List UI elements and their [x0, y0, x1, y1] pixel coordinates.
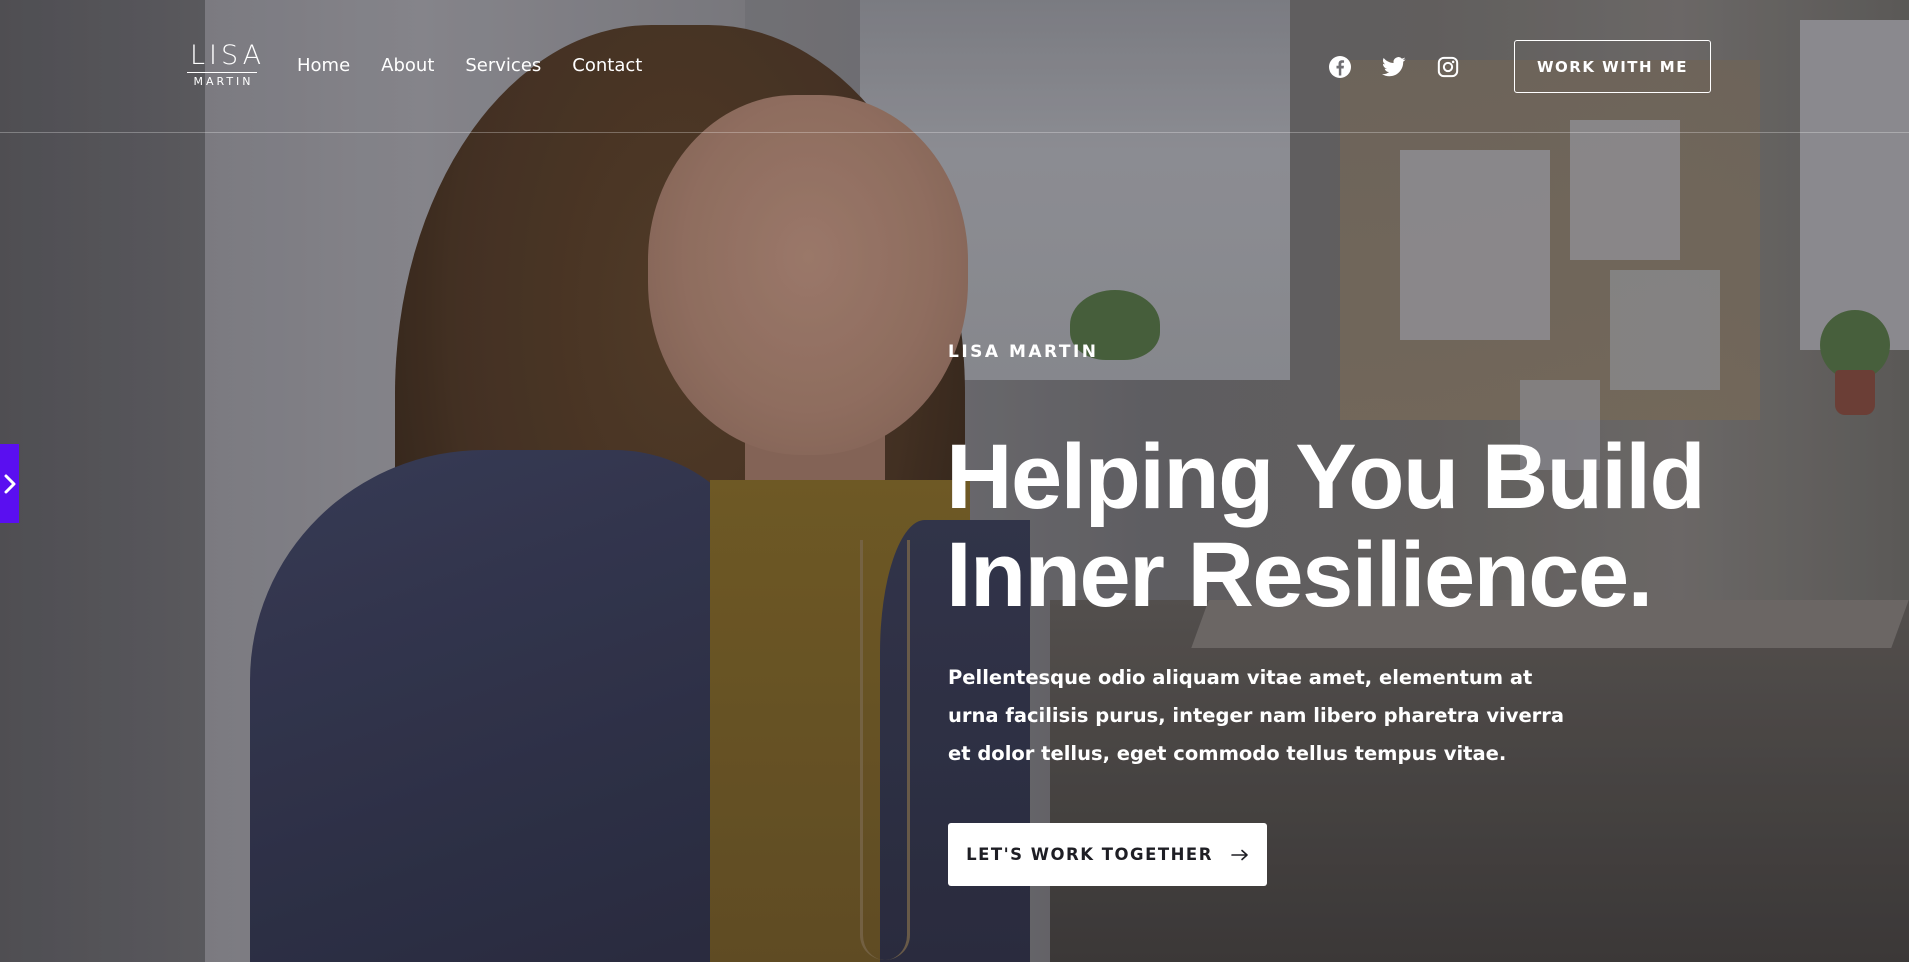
- facebook-icon[interactable]: [1327, 54, 1353, 80]
- hero-eyebrow: LISA MARTIN: [948, 342, 1099, 362]
- main-nav: Home About Services Contact: [297, 54, 642, 78]
- hero-section: LISA MARTIN Home About Services Contact: [0, 0, 1909, 962]
- nav-link-contact[interactable]: Contact: [572, 54, 642, 78]
- side-panel-toggle[interactable]: [0, 444, 19, 523]
- hero-description: Pellentesque odio aliquam vitae amet, el…: [948, 666, 1565, 765]
- hero-headline: Helping You Build Inner Resilience.: [946, 428, 1766, 624]
- arrow-right-icon: [1231, 849, 1249, 861]
- lets-work-together-button[interactable]: LET'S WORK TOGETHER: [948, 823, 1267, 886]
- hero-headline-line: Helping You Build: [946, 426, 1706, 528]
- twitter-icon[interactable]: [1381, 54, 1407, 80]
- site-logo[interactable]: LISA MARTIN: [187, 42, 261, 89]
- hero-headline-line: Inner Resilience.: [946, 524, 1653, 626]
- work-with-me-button[interactable]: WORK WITH ME: [1514, 40, 1711, 93]
- site-header: LISA MARTIN Home About Services Contact: [0, 0, 1909, 133]
- instagram-icon[interactable]: [1435, 54, 1461, 80]
- cta-label: LET'S WORK TOGETHER: [966, 845, 1213, 864]
- logo-last-name: MARTIN: [193, 75, 254, 88]
- social-links: [1327, 54, 1461, 80]
- nav-link-about[interactable]: About: [381, 54, 434, 78]
- logo-first-name: LISA: [187, 42, 261, 73]
- chevron-right-icon: [4, 474, 15, 493]
- nav-link-services[interactable]: Services: [465, 54, 541, 78]
- nav-link-home[interactable]: Home: [297, 54, 350, 78]
